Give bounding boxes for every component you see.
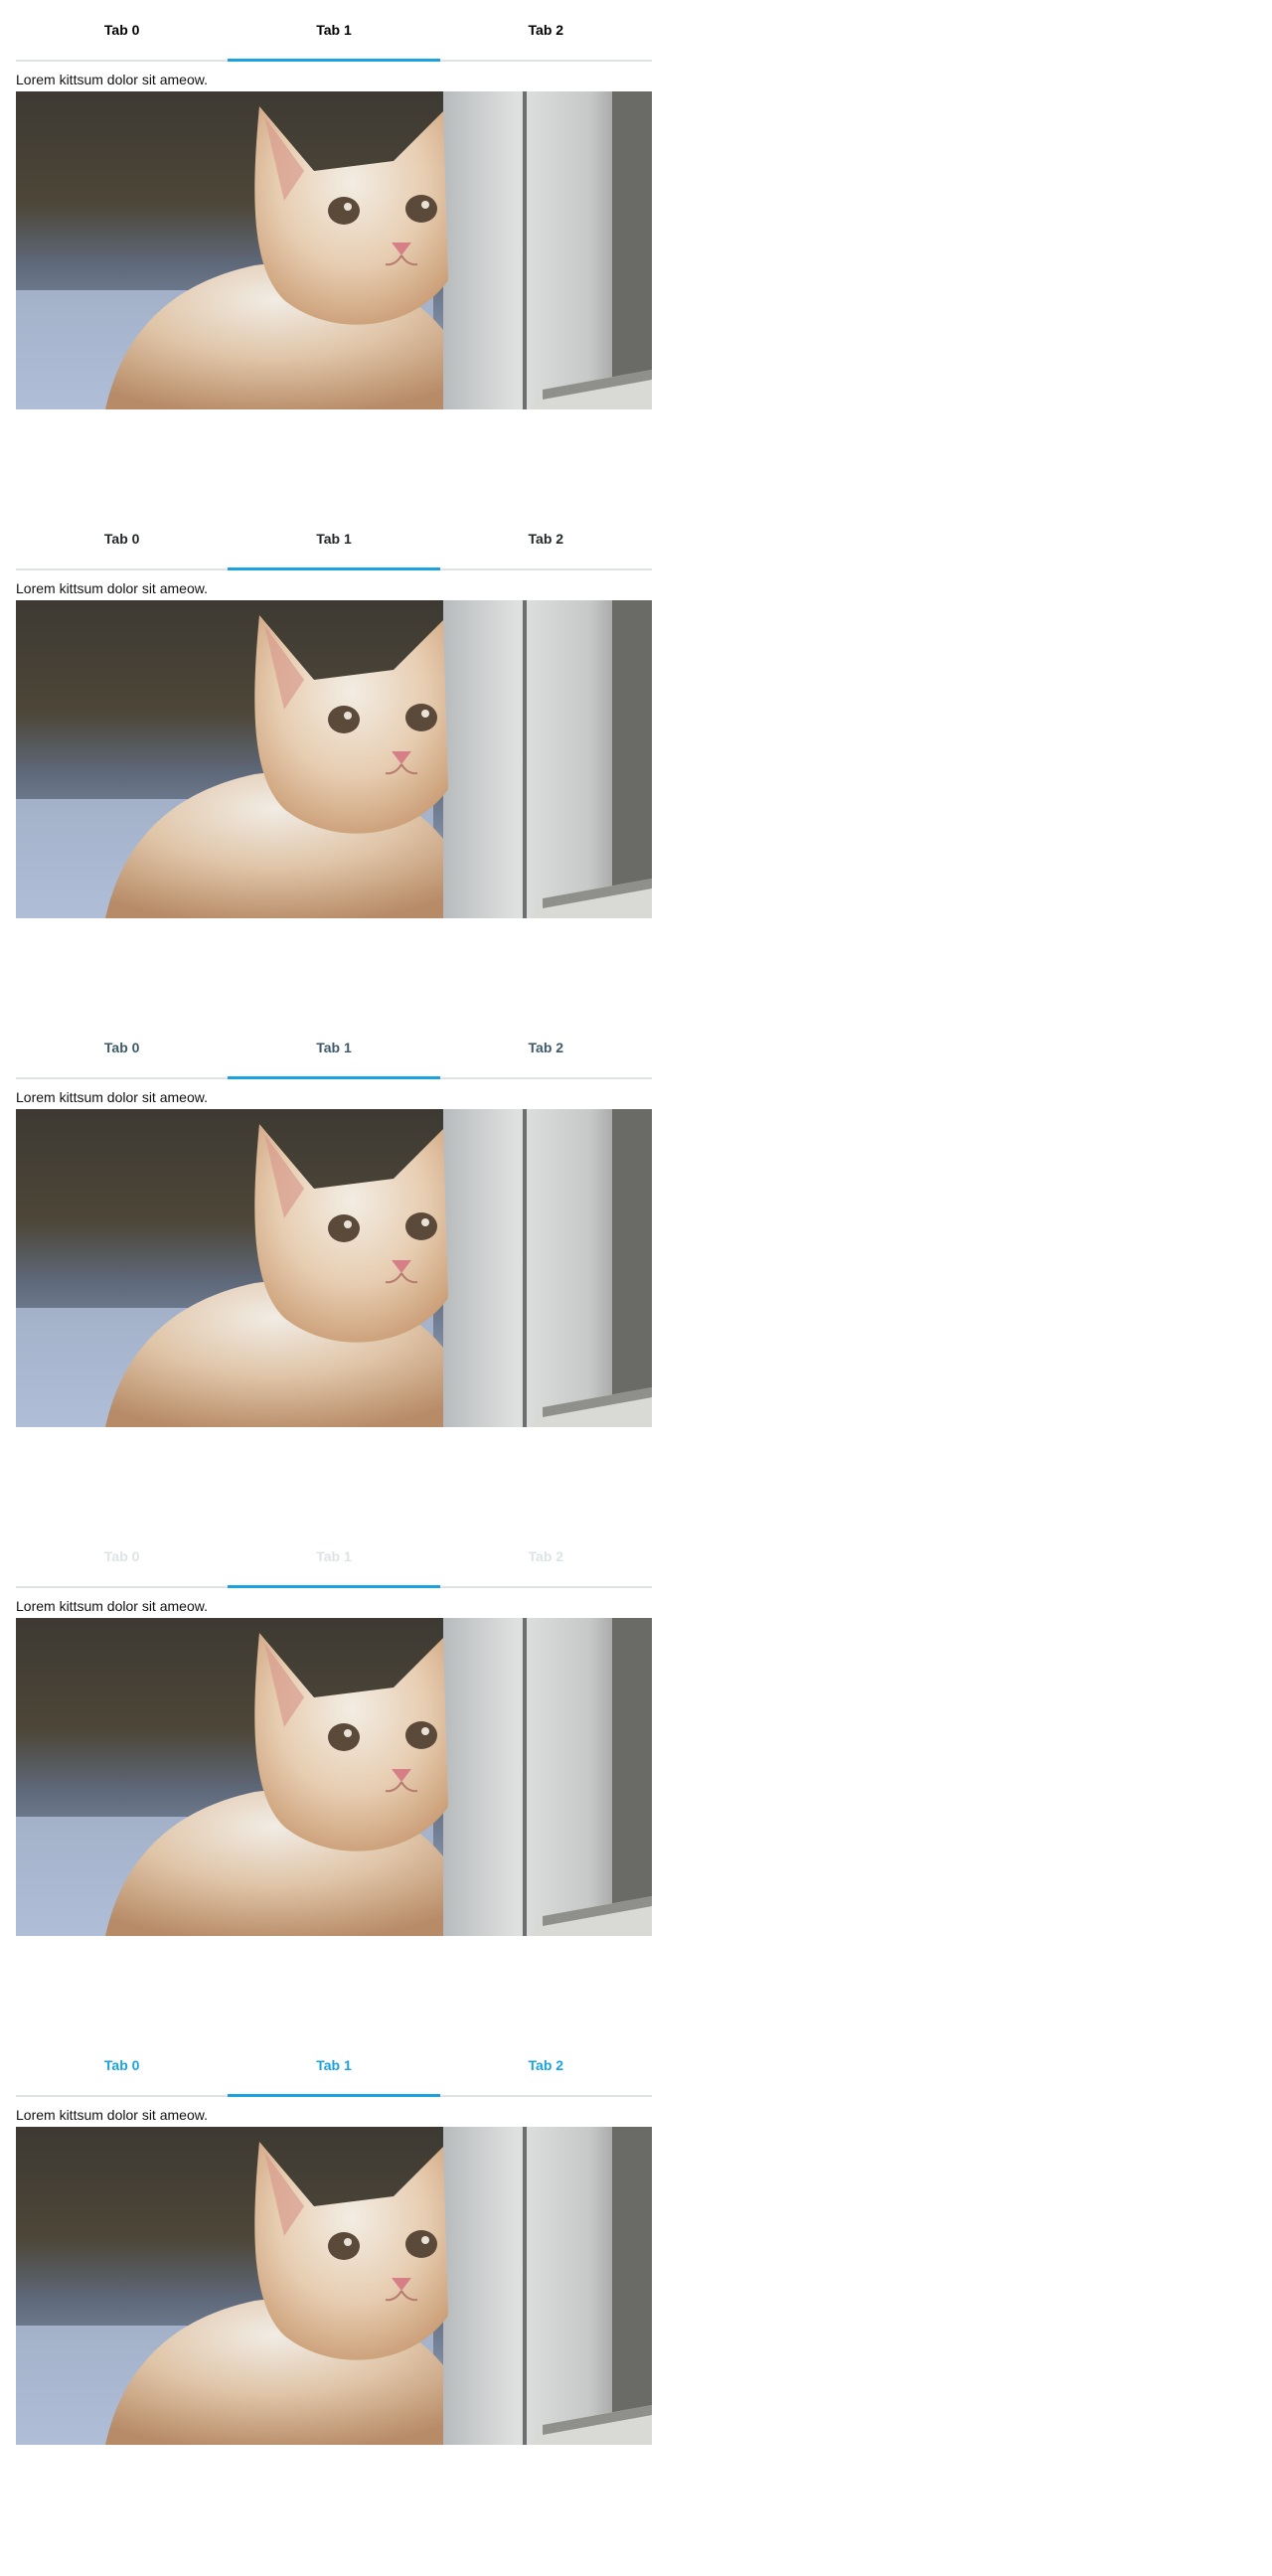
tab-bar: Tab 0 Tab 1 Tab 2 — [16, 2035, 652, 2097]
tab-bar: Tab 0 Tab 1 Tab 2 — [16, 1527, 652, 1588]
cat-photo — [16, 1109, 652, 1427]
tab-0[interactable]: Tab 0 — [16, 0, 228, 60]
tab-demo-4: Tab 0 Tab 1 Tab 2 Lorem kittsum dolor si… — [16, 2035, 652, 2445]
tab-1[interactable]: Tab 1 — [228, 1018, 440, 1079]
tab-demo-0: Tab 0 Tab 1 Tab 2 Lorem kittsum dolor si… — [16, 0, 652, 409]
cat-photo — [16, 600, 652, 918]
tab-2[interactable]: Tab 2 — [440, 0, 652, 60]
tab-2[interactable]: Tab 2 — [440, 1018, 652, 1077]
tab-2[interactable]: Tab 2 — [440, 509, 652, 568]
tab-bar: Tab 0 Tab 1 Tab 2 — [16, 0, 652, 62]
tab-demo-1: Tab 0 Tab 1 Tab 2 Lorem kittsum dolor si… — [16, 509, 652, 918]
tab-1[interactable]: Tab 1 — [228, 0, 440, 62]
tab-2[interactable]: Tab 2 — [440, 1527, 652, 1586]
tab-demo-2: Tab 0 Tab 1 Tab 2 Lorem kittsum dolor si… — [16, 1018, 652, 1427]
tab-0[interactable]: Tab 0 — [16, 509, 228, 568]
tab-1[interactable]: Tab 1 — [228, 1527, 440, 1588]
tab-1[interactable]: Tab 1 — [228, 2035, 440, 2097]
tab-0[interactable]: Tab 0 — [16, 1018, 228, 1077]
tab-panel-caption: Lorem kittsum dolor sit ameow. — [16, 580, 208, 596]
tab-bar: Tab 0 Tab 1 Tab 2 — [16, 1018, 652, 1079]
cat-photo — [16, 2127, 652, 2445]
cat-photo — [16, 1618, 652, 1936]
tab-2[interactable]: Tab 2 — [440, 2035, 652, 2095]
tab-panel-caption: Lorem kittsum dolor sit ameow. — [16, 72, 208, 87]
tab-0[interactable]: Tab 0 — [16, 1527, 228, 1586]
tab-demo-3: Tab 0 Tab 1 Tab 2 Lorem kittsum dolor si… — [16, 1527, 652, 1936]
tab-panel-caption: Lorem kittsum dolor sit ameow. — [16, 2107, 208, 2123]
tab-panel-caption: Lorem kittsum dolor sit ameow. — [16, 1089, 208, 1105]
tab-bar: Tab 0 Tab 1 Tab 2 — [16, 509, 652, 570]
tab-0[interactable]: Tab 0 — [16, 2035, 228, 2095]
tab-1[interactable]: Tab 1 — [228, 509, 440, 570]
cat-photo — [16, 91, 652, 409]
tab-panel-caption: Lorem kittsum dolor sit ameow. — [16, 1598, 208, 1614]
